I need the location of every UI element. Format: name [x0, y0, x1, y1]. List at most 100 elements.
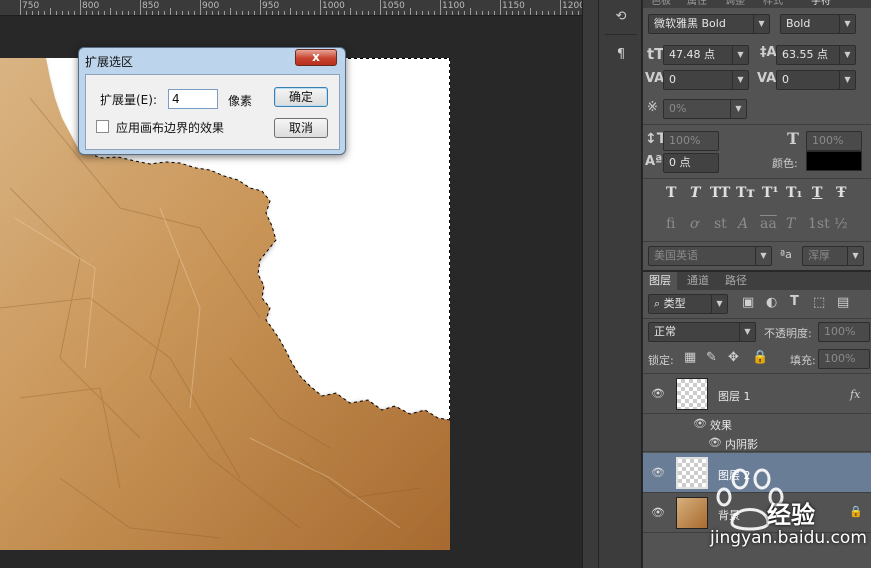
search-icon: ⌕: [654, 297, 664, 310]
cancel-button[interactable]: 取消: [274, 118, 328, 138]
kerning-icon: VA: [645, 71, 665, 86]
pixel-filter-icon[interactable]: ▣: [742, 295, 754, 310]
close-button[interactable]: x: [295, 49, 337, 66]
effects-row[interactable]: 👁 效果: [643, 414, 871, 433]
eye-icon[interactable]: 👁: [651, 387, 665, 400]
ruler-tick: [308, 11, 309, 15]
eye-icon[interactable]: 👁: [651, 466, 665, 479]
opacity-field[interactable]: 100%: [818, 322, 870, 342]
fill-field[interactable]: 100%: [818, 349, 870, 369]
chevron-down-icon: ▼: [732, 71, 748, 89]
ruler-tick: [74, 11, 75, 15]
subscript-button[interactable]: T₁: [786, 185, 803, 201]
tracking-value: 0: [782, 73, 789, 86]
shape-filter-icon[interactable]: ⬚: [813, 295, 825, 310]
ruler-tick: [92, 11, 93, 15]
layer-row[interactable]: 👁 图层 1 fx: [643, 374, 871, 414]
lock-position-icon[interactable]: ✥: [728, 350, 739, 365]
eye-icon[interactable]: 👁: [651, 506, 665, 519]
kerning-field[interactable]: 0 ▼: [663, 70, 749, 90]
lock-pixels-icon[interactable]: ✎: [706, 350, 717, 365]
tracking-field[interactable]: 0 ▼: [776, 70, 856, 90]
ruler-tick: [80, 0, 81, 15]
font-style-select[interactable]: Bold ▼: [780, 14, 856, 34]
tab-character[interactable]: 字符: [811, 0, 831, 7]
vertical-scale-value: 100%: [669, 134, 701, 147]
old-style-button[interactable]: ơ: [690, 216, 698, 232]
ruler-tick: [500, 0, 501, 15]
ruler-tick: [302, 11, 303, 15]
titling-alternates-button[interactable]: T: [786, 216, 795, 232]
tab-styles[interactable]: 样式: [763, 0, 783, 7]
ruler-label: 950: [262, 1, 280, 11]
tab-properties[interactable]: 属性: [687, 0, 707, 7]
ruler-tick: [374, 11, 375, 15]
discretionary-ligatures-button[interactable]: st: [714, 216, 727, 232]
swash-button[interactable]: A: [738, 216, 748, 232]
ordinals-button[interactable]: 1st: [808, 216, 830, 232]
faux-bold-button[interactable]: T: [666, 185, 676, 201]
eye-icon[interactable]: 👁: [693, 417, 707, 430]
baseline-shift-value: 0 点: [669, 156, 691, 169]
ruler-tick: [98, 11, 99, 15]
faux-italic-button[interactable]: T: [690, 185, 700, 201]
ruler-tick: [50, 8, 51, 15]
underline-button[interactable]: T: [812, 185, 822, 201]
apply-canvas-bounds-checkbox[interactable]: [96, 120, 109, 133]
chevron-down-icon: ▼: [732, 46, 748, 64]
tsume-field[interactable]: 0% ▼: [663, 99, 747, 119]
stylistic-alternates-button[interactable]: aa: [760, 216, 777, 232]
horizontal-scale-field[interactable]: 100%: [806, 131, 862, 151]
paragraph-icon[interactable]: ¶: [609, 44, 633, 66]
ruler-label: 1150: [502, 1, 525, 11]
ruler-tick: [176, 11, 177, 15]
fx-icon[interactable]: fx: [850, 388, 860, 401]
lock-transparency-icon[interactable]: ▦: [684, 350, 696, 365]
font-size-field[interactable]: 47.48 点 ▼: [663, 45, 749, 65]
opacity-label: 不透明度:: [764, 327, 812, 340]
small-caps-button[interactable]: Tт: [736, 185, 755, 201]
tab-paths[interactable]: 路径: [719, 272, 753, 290]
ruler-tick: [470, 8, 471, 15]
antialias-select[interactable]: 浑厚 ▼: [802, 246, 864, 266]
tab-layers[interactable]: 图层: [643, 272, 677, 290]
tab-adjustments[interactable]: 调整: [725, 0, 745, 7]
watermark-url: jingyan.baidu.com: [710, 528, 867, 548]
ligatures-button[interactable]: fi: [666, 216, 675, 232]
ruler-tick: [344, 11, 345, 15]
ok-button[interactable]: 确定: [274, 87, 328, 107]
expand-amount-input[interactable]: 4: [168, 89, 218, 109]
tab-channels[interactable]: 通道: [681, 272, 715, 290]
ruler-tick: [128, 11, 129, 15]
layer-name[interactable]: 图层 1: [718, 388, 751, 404]
lock-all-icon[interactable]: 🔒: [752, 350, 768, 365]
smart-object-filter-icon[interactable]: ▤: [837, 295, 849, 310]
fill-label: 填充:: [790, 354, 816, 367]
eye-icon[interactable]: 👁: [708, 436, 722, 449]
checkbox-label: 应用画布边界的效果: [116, 121, 225, 135]
leading-field[interactable]: 63.55 点 ▼: [776, 45, 856, 65]
ruler-tick: [332, 11, 333, 15]
blend-mode-select[interactable]: 正常 ▼: [648, 322, 756, 342]
baseline-shift-field[interactable]: 0 点: [663, 153, 719, 173]
fractions-button[interactable]: ½: [834, 216, 848, 232]
ruler-tick: [416, 11, 417, 15]
ruler-tick: [158, 11, 159, 15]
inner-shadow-row[interactable]: 👁 内阴影: [643, 433, 871, 452]
ruler-tick: [206, 11, 207, 15]
all-caps-button[interactable]: TT: [710, 185, 730, 201]
tab-swatches[interactable]: 色板: [651, 0, 671, 7]
ruler-tick: [44, 11, 45, 15]
text-color-swatch[interactable]: [806, 151, 862, 171]
type-filter-icon[interactable]: T: [790, 294, 799, 309]
language-select[interactable]: 美国英语 ▼: [648, 246, 772, 266]
history-icon[interactable]: ⟲: [609, 6, 633, 28]
layer-filter-select[interactable]: ⌕ 类型 ▼: [648, 294, 728, 314]
superscript-button[interactable]: T¹: [762, 185, 779, 201]
ruler-tick: [404, 11, 405, 15]
font-family-select[interactable]: 微软雅黑 Bold ▼: [648, 14, 770, 34]
strikethrough-button[interactable]: Ŧ: [836, 185, 846, 201]
vertical-scale-field[interactable]: 100%: [663, 131, 719, 151]
ruler-tick: [398, 11, 399, 15]
adjustment-filter-icon[interactable]: ◐: [766, 295, 777, 310]
